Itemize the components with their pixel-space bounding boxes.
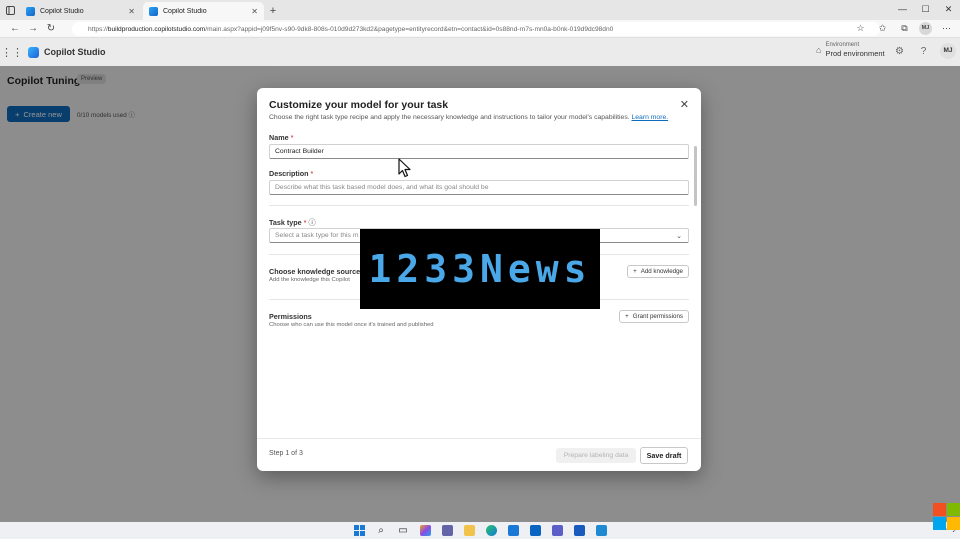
close-tab-icon[interactable]: ✕: [251, 7, 258, 16]
refresh-icon[interactable]: ↻: [42, 23, 60, 34]
windows-taskbar: ⌕ ▭ ◠ ♪: [0, 522, 960, 539]
profile-avatar[interactable]: MJ: [919, 22, 932, 35]
browser-tab[interactable]: Copilot Studio ✕: [20, 2, 141, 20]
start-icon[interactable]: [351, 524, 367, 537]
minimize-icon[interactable]: —: [891, 0, 914, 20]
info-icon[interactable]: ⓘ: [308, 218, 315, 227]
watermark-text: 1233News: [368, 247, 592, 291]
teams-icon[interactable]: [439, 524, 455, 537]
favorite-star-icon[interactable]: ☆: [853, 23, 868, 34]
watermark-logo: 1233News: [360, 229, 600, 309]
save-draft-button[interactable]: Save draft: [640, 447, 688, 464]
tab-title: Copilot Studio: [163, 7, 207, 15]
description-label-text: Description: [269, 169, 309, 178]
subtitle-text: Choose the right task type recipe and ap…: [269, 114, 630, 121]
dialog-title: Customize your model for your task: [269, 99, 449, 111]
vscode-icon[interactable]: [593, 524, 609, 537]
step-indicator: Step 1 of 3: [269, 450, 303, 457]
close-tab-icon[interactable]: ✕: [128, 7, 135, 16]
microsoft-logo-icon: [933, 503, 960, 530]
user-avatar[interactable]: MJ: [940, 43, 956, 59]
environment-icon: ⌂: [816, 45, 822, 55]
add-knowledge-label: Add knowledge: [640, 268, 683, 275]
tab-title: Copilot Studio: [40, 7, 84, 15]
dialog-scrollbar[interactable]: [694, 146, 697, 206]
maximize-icon[interactable]: ☐: [914, 0, 937, 20]
name-label-text: Name: [269, 133, 289, 142]
name-label: Name *: [269, 133, 293, 142]
grant-permissions-button[interactable]: + Grant permissions: [619, 310, 689, 323]
task-view-icon[interactable]: ▭: [395, 524, 411, 537]
tab-actions-icon[interactable]: [0, 0, 20, 20]
task-type-label: Task type * ⓘ: [269, 218, 316, 228]
dialog-subtitle: Choose the right task type recipe and ap…: [269, 114, 668, 121]
new-tab-button[interactable]: +: [266, 2, 280, 20]
url-host: buildproduction.copilotstudio.com: [107, 25, 206, 33]
back-icon[interactable]: ←: [6, 23, 24, 34]
task-type-placeholder: Select a task type for this m: [275, 232, 359, 239]
browser-tab-strip: Copilot Studio ✕ Copilot Studio ✕ + — ☐ …: [0, 0, 960, 20]
help-icon[interactable]: ?: [916, 46, 931, 57]
mouse-cursor-icon: [398, 158, 411, 178]
grant-permissions-label: Grant permissions: [632, 313, 683, 320]
description-label: Description *: [269, 169, 313, 178]
chevron-down-icon: ⌄: [676, 233, 682, 240]
window-controls: — ☐ ✕: [891, 0, 960, 20]
required-mark: *: [290, 133, 294, 142]
copilot-icon[interactable]: [417, 524, 433, 537]
url-path: /main.aspx?appid=j09f5nv-s90-9dk8-808s-0…: [205, 25, 614, 33]
url-prefix: https://: [88, 25, 108, 33]
more-icon[interactable]: ⋯: [939, 23, 954, 34]
learn-more-link[interactable]: Learn more.: [632, 114, 669, 121]
plus-icon: +: [633, 268, 637, 275]
app-header: ⋮⋮ Copilot Studio ⌂ Environment Prod env…: [0, 38, 960, 66]
prepare-labeling-data-button[interactable]: Prepare labeling data: [556, 448, 636, 463]
environment-label: Environment: [825, 42, 860, 48]
required-mark: *: [303, 218, 307, 227]
close-icon[interactable]: ✕: [680, 98, 689, 111]
knowledge-description: Add the knowledge this Copilot: [269, 277, 350, 283]
url-field[interactable]: https://buildproduction.copilotstudio.co…: [72, 22, 880, 36]
store-icon[interactable]: [505, 524, 521, 537]
copilot-studio-favicon-icon: [26, 6, 35, 16]
add-knowledge-button[interactable]: + Add knowledge: [627, 265, 689, 278]
description-input[interactable]: Describe what this task based model does…: [269, 180, 689, 195]
knowledge-title: Choose knowledge sources: [269, 267, 365, 276]
address-bar: ← → ↻ https://buildproduction.copilotstu…: [0, 20, 960, 38]
permissions-title: Permissions: [269, 312, 312, 321]
browser-toolbar: ☆ ✩ ⧉ MJ ⋯: [853, 22, 954, 35]
section-divider: [269, 205, 689, 206]
favorites-icon[interactable]: ✩: [875, 23, 890, 34]
task-type-label-text: Task type: [269, 218, 302, 227]
close-window-icon[interactable]: ✕: [937, 0, 960, 20]
brand-name: Copilot Studio: [44, 47, 106, 57]
edge-icon[interactable]: [483, 524, 499, 537]
plus-icon: +: [625, 313, 629, 320]
copilot-studio-logo-icon: [28, 46, 39, 58]
environment-picker[interactable]: ⌂ Environment Prod environment: [816, 42, 885, 58]
name-input[interactable]: Contract Builder: [269, 144, 689, 159]
permissions-description: Choose who can use this model once it's …: [269, 322, 434, 328]
search-icon[interactable]: ⌕: [373, 524, 389, 537]
dialog-footer: Step 1 of 3 Prepare labeling data Save d…: [257, 438, 701, 471]
header-actions: ⚙ ? MJ: [892, 43, 960, 59]
browser-tab-active[interactable]: Copilot Studio ✕: [143, 2, 264, 20]
word-icon[interactable]: [571, 524, 587, 537]
collections-icon[interactable]: ⧉: [897, 23, 912, 34]
required-mark: *: [310, 169, 314, 178]
environment-value: Prod environment: [825, 49, 885, 58]
teams-app-icon[interactable]: [549, 524, 565, 537]
forward-icon[interactable]: →: [24, 23, 42, 34]
settings-gear-icon[interactable]: ⚙: [892, 46, 907, 57]
file-explorer-icon[interactable]: [461, 524, 477, 537]
app-launcher-icon[interactable]: ⋮⋮: [0, 46, 24, 59]
outlook-icon[interactable]: [527, 524, 543, 537]
copilot-studio-favicon-icon: [149, 6, 158, 16]
